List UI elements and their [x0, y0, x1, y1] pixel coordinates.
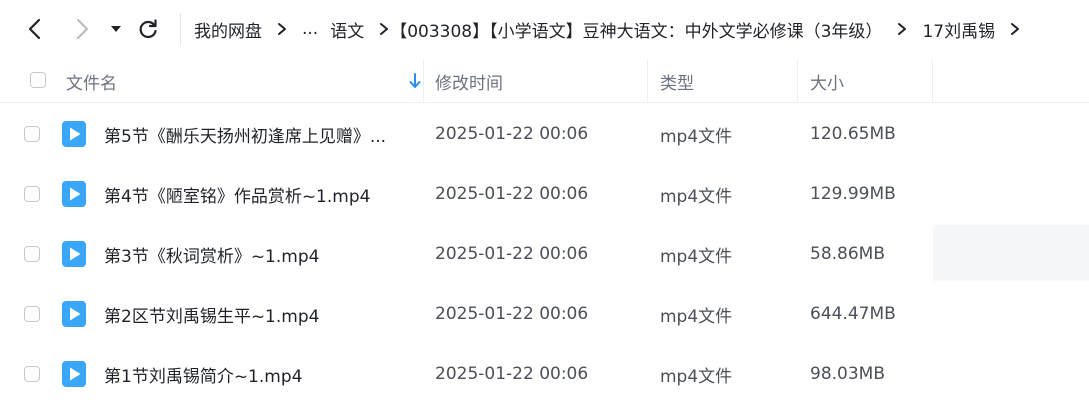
- column-header-mtime[interactable]: 修改时间: [435, 60, 635, 102]
- column-divider[interactable]: [932, 60, 933, 102]
- file-size: 129.99MB: [810, 184, 896, 204]
- column-header-mtime-label: 修改时间: [435, 73, 503, 94]
- file-name[interactable]: 第1节刘禹锡简介~1.mp4: [104, 344, 404, 404]
- chevron-right-icon: [76, 18, 89, 40]
- file-name[interactable]: 第5节《酬乐天扬州初逢席上见赠》...: [104, 104, 404, 164]
- column-header-size[interactable]: 大小: [810, 60, 920, 102]
- back-button[interactable]: [20, 14, 50, 44]
- file-size: 120.65MB: [810, 124, 896, 144]
- column-header-type-label: 类型: [660, 73, 694, 94]
- video-file-icon: [62, 301, 86, 327]
- column-header-name[interactable]: 文件名: [66, 60, 421, 102]
- column-header-type[interactable]: 类型: [660, 60, 780, 102]
- column-divider[interactable]: [647, 60, 648, 102]
- file-size: 98.03MB: [810, 364, 885, 384]
- refresh-icon: [139, 19, 157, 39]
- table-row[interactable]: 第5节《酬乐天扬州初逢席上见赠》... 2025-01-22 00:06 mp4…: [0, 104, 1089, 164]
- file-mtime: 2025-01-22 00:06: [435, 244, 589, 264]
- video-file-icon: [62, 361, 86, 387]
- file-name[interactable]: 第2区节刘禹锡生平~1.mp4: [104, 284, 404, 344]
- breadcrumb-root[interactable]: 我的网盘: [194, 17, 262, 42]
- file-type: mp4文件: [660, 126, 733, 147]
- file-size: 644.47MB: [810, 304, 896, 324]
- chevron-right-icon: [378, 22, 390, 36]
- chevron-right-icon: [276, 22, 288, 36]
- column-header-size-label: 大小: [810, 73, 844, 94]
- row-checkbox[interactable]: [24, 186, 40, 202]
- file-type: mp4文件: [660, 306, 733, 327]
- chevron-right-icon: [1009, 22, 1021, 36]
- file-mtime: 2025-01-22 00:06: [435, 124, 589, 144]
- table-row[interactable]: 第4节《陋室铭》作品赏析~1.mp4 2025-01-22 00:06 mp4文…: [0, 164, 1089, 224]
- column-divider[interactable]: [797, 60, 798, 102]
- table-row[interactable]: 第1节刘禹锡简介~1.mp4 2025-01-22 00:06 mp4文件 98…: [0, 344, 1089, 404]
- caret-down-icon: [111, 26, 121, 32]
- file-mtime: 2025-01-22 00:06: [435, 364, 589, 384]
- file-mtime: 2025-01-22 00:06: [435, 304, 589, 324]
- file-mtime: 2025-01-22 00:06: [435, 184, 589, 204]
- chevron-right-icon: [896, 22, 908, 36]
- file-type: mp4文件: [660, 186, 733, 207]
- table-header: 文件名 修改时间 类型 大小: [0, 60, 1089, 103]
- arrow-down-icon[interactable]: [409, 73, 421, 89]
- breadcrumb: 我的网盘 ... 语文 【003308】【小学语文】豆神大语文：中外文学必修课（…: [194, 0, 1035, 58]
- forward-button[interactable]: [67, 14, 97, 44]
- row-checkbox[interactable]: [24, 306, 40, 322]
- row-checkbox[interactable]: [24, 126, 40, 142]
- row-checkbox[interactable]: [24, 366, 40, 382]
- history-dropdown-button[interactable]: [102, 14, 130, 44]
- table-row[interactable]: 第2区节刘禹锡生平~1.mp4 2025-01-22 00:06 mp4文件 6…: [0, 284, 1089, 344]
- toolbar: 我的网盘 ... 语文 【003308】【小学语文】豆神大语文：中外文学必修课（…: [0, 0, 1089, 58]
- file-type: mp4文件: [660, 246, 733, 267]
- video-file-icon: [62, 241, 86, 267]
- column-divider[interactable]: [423, 60, 424, 102]
- select-all-checkbox[interactable]: [30, 72, 46, 88]
- breadcrumb-item-chinese[interactable]: 语文: [330, 17, 364, 42]
- video-file-icon: [62, 121, 86, 147]
- file-list: 第5节《酬乐天扬州初逢席上见赠》... 2025-01-22 00:06 mp4…: [0, 104, 1089, 404]
- breadcrumb-ellipsis[interactable]: ...: [302, 19, 318, 39]
- table-row[interactable]: 第3节《秋词赏析》~1.mp4 2025-01-22 00:06 mp4文件 5…: [0, 224, 1089, 284]
- file-type: mp4文件: [660, 366, 733, 387]
- refresh-button[interactable]: [133, 14, 163, 44]
- column-header-name-label: 文件名: [66, 73, 117, 94]
- video-file-icon: [62, 181, 86, 207]
- breadcrumb-item-current[interactable]: 17刘禹锡: [922, 17, 995, 42]
- row-checkbox[interactable]: [24, 246, 40, 262]
- toolbar-divider: [180, 13, 181, 45]
- file-name[interactable]: 第3节《秋词赏析》~1.mp4: [104, 224, 404, 284]
- file-size: 58.86MB: [810, 244, 885, 264]
- chevron-left-icon: [28, 18, 41, 40]
- breadcrumb-item-course[interactable]: 【003308】【小学语文】豆神大语文：中外文学必修课（3年级）: [390, 17, 882, 42]
- file-name[interactable]: 第4节《陋室铭》作品赏析~1.mp4: [104, 164, 404, 224]
